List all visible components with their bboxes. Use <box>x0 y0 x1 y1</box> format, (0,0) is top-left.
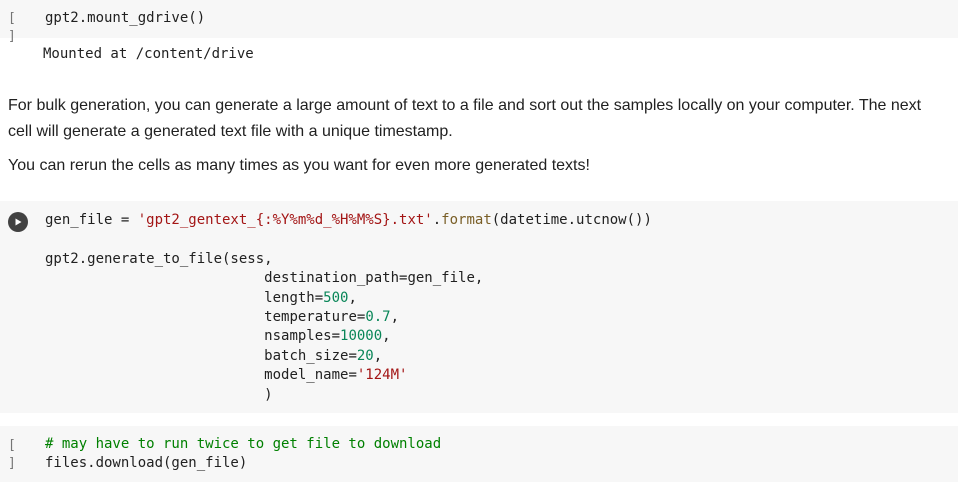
code-comment: # may have to run twice to get file to d… <box>45 436 442 452</box>
number-literal: 10000 <box>340 328 383 345</box>
code-line: files.download(gen_file) <box>45 455 248 472</box>
cell-output: Mounted at /content/drive <box>43 46 254 62</box>
code-token: , <box>390 309 400 326</box>
code-cell-mount-gdrive[interactable]: [ ] gpt2.mount_gdrive() <box>0 0 958 44</box>
code-token: , <box>348 289 357 306</box>
code-cell-files-download[interactable]: [ ] # may have to run twice to get file … <box>0 426 958 482</box>
code-editor[interactable]: gen_file = 'gpt2_gentext_{:%Y%m%d_%H%M%S… <box>45 211 652 405</box>
code-token: (datetime.utcnow()) <box>491 212 652 228</box>
code-line: ) <box>264 386 273 403</box>
execution-count-bracket: [ ] <box>8 438 17 471</box>
code-token: batch_size= <box>264 347 357 364</box>
code-line: gpt2.generate_to_file(sess, <box>45 250 273 267</box>
code-editor[interactable]: gpt2.mount_gdrive() <box>45 9 205 28</box>
run-cell-button[interactable]: [ ] <box>8 436 34 471</box>
play-icon[interactable] <box>8 212 28 232</box>
markdown-paragraph: You can rerun the cells as many times as… <box>8 157 590 174</box>
code-token: , <box>373 347 383 364</box>
code-token: , <box>382 328 391 345</box>
code-editor[interactable]: # may have to run twice to get file to d… <box>45 435 441 474</box>
code-token: model_name= <box>264 367 357 384</box>
code-token: nsamples= <box>264 328 341 345</box>
execution-count-bracket: [ ] <box>8 11 17 44</box>
code-line: gpt2.mount_gdrive() <box>45 10 206 26</box>
string-literal: '124M' <box>356 367 408 384</box>
markdown-paragraph: For bulk generation, you can generate a … <box>8 97 922 140</box>
string-literal: 'gpt2_gentext_{:%Y%m%d_%H%M%S}.txt' <box>137 212 433 228</box>
run-cell-button[interactable]: [ ] <box>8 9 34 44</box>
code-token: . <box>432 212 442 228</box>
number-literal: 500 <box>323 289 349 306</box>
code-token: temperature= <box>264 309 366 326</box>
number-literal: 0.7 <box>365 309 391 326</box>
code-token: gen_file = <box>45 212 138 228</box>
code-token: length= <box>264 289 324 306</box>
number-literal: 20 <box>356 347 374 364</box>
run-cell-button[interactable] <box>8 212 34 232</box>
function-name: format <box>441 212 492 228</box>
code-line: destination_path=gen_file, <box>264 270 484 287</box>
code-cell-generate-to-file[interactable]: gen_file = 'gpt2_gentext_{:%Y%m%d_%H%M%S… <box>0 201 958 413</box>
